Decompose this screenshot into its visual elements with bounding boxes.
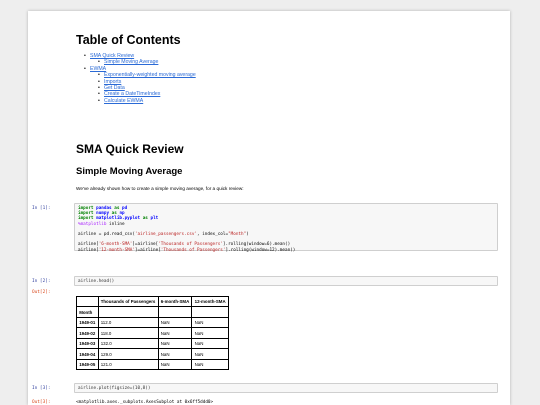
toc-link-sma-quick-review[interactable]: SMA Quick Review: [90, 53, 134, 59]
table-cell: NaN: [157, 316, 193, 329]
intro-paragraph: We've already shown how to create a simp…: [76, 186, 244, 191]
table-row: 1949-03 132.0 NaN NaN: [76, 337, 229, 350]
table-body: 1949-01 112.0 NaN NaN 1949-02 118.0 NaN NaN 1949…: [76, 316, 229, 371]
table-cell: 121.0: [97, 358, 159, 371]
input-prompt: In [1]:: [32, 206, 51, 211]
toc-list: SMA Quick Review Simple Moving Average E…: [83, 53, 196, 105]
toc-item: SMA Quick Review Simple Moving Average: [83, 53, 196, 66]
subsection-heading: Simple Moving Average: [76, 166, 183, 177]
toc-subitem: Calculate EWMA: [97, 98, 196, 105]
toc-link-calculate-ewma[interactable]: Calculate EWMA: [104, 98, 143, 104]
index-name-row: Month: [76, 306, 229, 318]
toc-title: Table of Contents: [76, 33, 181, 47]
table-row: 1949-02 118.0 NaN NaN: [76, 327, 229, 339]
index-name: Month: [76, 306, 99, 318]
output-prompt: Out[3]:: [32, 400, 51, 405]
table-cell: NaN: [157, 348, 193, 360]
table-cell: 118.0: [97, 327, 159, 339]
output-prompt: Out[2]:: [32, 290, 51, 295]
code-cell-plot[interactable]: airline.plot(figsize=(10,8)): [74, 383, 498, 393]
row-index: 1949-02: [76, 327, 99, 339]
code-text: airline.plot(figsize=(10,8)): [78, 386, 151, 391]
table-cell: NaN: [191, 358, 229, 371]
toc-link-get-data[interactable]: Get Data: [104, 85, 125, 91]
table-cell: NaN: [157, 358, 193, 371]
toc-link-create-datetimeindex[interactable]: Create a DateTimeIndex: [104, 91, 160, 97]
toc-link-ewma-definition[interactable]: Exponentially-weighted moving average: [104, 72, 196, 78]
column-header: 6-month-SMA: [157, 295, 193, 308]
table-cell: 132.0: [97, 337, 159, 350]
table-cell: 129.0: [97, 348, 159, 360]
code-cell-head[interactable]: airline.head(): [74, 276, 498, 286]
table-cell: NaN: [157, 327, 193, 339]
column-header: 12-month-SMA: [191, 295, 229, 308]
code-line: airline['12-month-SMA']=airline['Thousan…: [78, 247, 296, 253]
row-index: 1949-01: [76, 316, 99, 329]
dataframe-table: Thousands of Passengers 6-month-SMA 12-m…: [76, 295, 229, 371]
toc-link-simple-moving-average[interactable]: Simple Moving Average: [104, 59, 158, 65]
input-prompt: In [3]:: [32, 386, 51, 391]
row-index: 1949-03: [76, 337, 99, 350]
column-header: Thousands of Passengers: [97, 295, 159, 308]
code-cell-imports[interactable]: import pandas as pd import numpy as np imp…: [74, 203, 498, 253]
output-text: <matplotlib.axes._subplots.AxesSubplot a…: [76, 400, 214, 405]
table-cell: NaN: [157, 337, 193, 350]
toc-link-imports[interactable]: Imports: [104, 79, 121, 85]
section-heading: SMA Quick Review: [76, 142, 184, 156]
code-text: airline.head(): [78, 279, 115, 284]
table-cell: NaN: [191, 327, 229, 339]
toc-item: EWMA Exponentially-weighted moving avera…: [83, 66, 196, 105]
table-header-row: Thousands of Passengers 6-month-SMA 12-m…: [76, 295, 229, 308]
toc-link-ewma[interactable]: EWMA: [90, 66, 106, 72]
table-cell: NaN: [191, 337, 229, 350]
row-index: 1949-04: [76, 348, 99, 360]
input-prompt: In [2]:: [32, 279, 51, 284]
table-cell: NaN: [191, 348, 229, 360]
table-cell: 112.0: [97, 316, 159, 329]
table-row: 1949-04 129.0 NaN NaN: [76, 348, 229, 360]
row-index: 1949-05: [76, 358, 99, 371]
notebook-page: Table of Contents SMA Quick Review Simpl…: [28, 11, 510, 405]
table-cell: NaN: [191, 316, 229, 329]
table-row: 1949-05 121.0 NaN NaN: [76, 358, 229, 371]
index-header-blank: [76, 295, 99, 308]
code-lines: import pandas as pd import numpy as np imp…: [78, 206, 494, 253]
table-row: 1949-01 112.0 NaN NaN: [76, 316, 229, 329]
